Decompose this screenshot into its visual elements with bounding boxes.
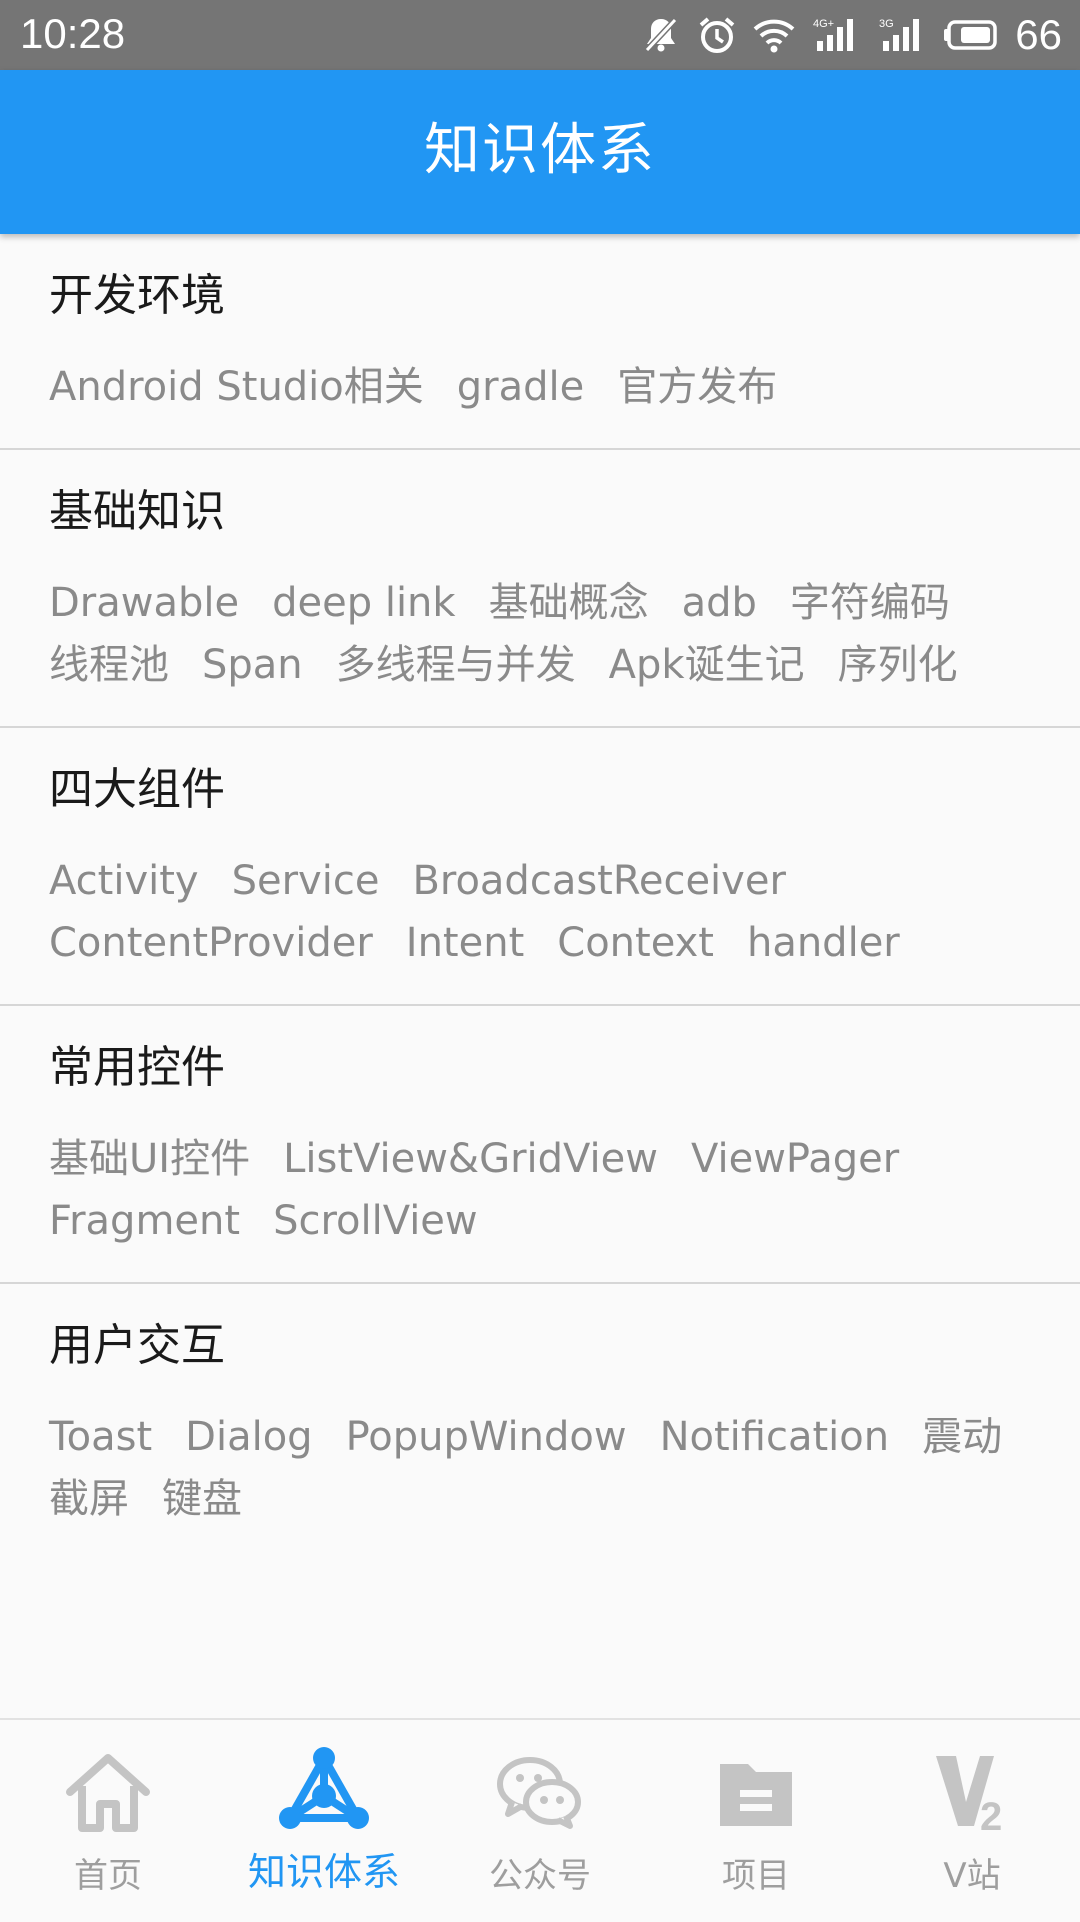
page-title: 知识体系 [424, 118, 656, 183]
section-card[interactable]: 用户交互 Toast Dialog PopupWindow Notificati… [0, 1284, 1080, 1560]
section-title: 常用控件 [49, 1042, 225, 1093]
nav-item-v2[interactable]: 2 V站 [864, 1720, 1080, 1922]
signal-4g-icon: 4G+ [811, 15, 861, 55]
status-icons: 4G+ 3G 66 [641, 0, 1062, 70]
tag-item[interactable]: gradle [457, 356, 584, 418]
tag-item[interactable]: Apk诞生记 [609, 634, 805, 696]
tree-icon [274, 1742, 374, 1842]
tag-item[interactable]: Drawable [49, 572, 239, 634]
tag-item[interactable]: handler [747, 912, 900, 974]
svg-text:3G: 3G [879, 18, 894, 30]
nav-label: 首页 [74, 1856, 142, 1896]
tag-item[interactable]: Intent [406, 912, 524, 974]
tag-item[interactable]: Toast [49, 1406, 152, 1468]
wechat-icon [490, 1742, 590, 1842]
section-title: 用户交互 [49, 1320, 225, 1371]
tag-item[interactable]: ScrollView [273, 1190, 478, 1252]
tag-list: 基础UI控件 ListView&GridView ViewPager Fragm… [49, 1128, 1040, 1252]
home-icon [58, 1742, 158, 1842]
section-card[interactable]: 常用控件 基础UI控件 ListView&GridView ViewPager … [0, 1006, 1080, 1284]
nav-item-knowledge[interactable]: 知识体系 [216, 1720, 432, 1922]
tag-item[interactable]: 键盘 [162, 1468, 242, 1530]
nav-label: 知识体系 [247, 1850, 400, 1894]
section-card[interactable]: 开发环境 Android Studio相关 gradle 官方发布 [0, 234, 1080, 450]
section-title: 开发环境 [49, 270, 225, 321]
tag-list: Activity Service BroadcastReceiver Conte… [49, 850, 1040, 974]
svg-text:2: 2 [980, 1795, 1002, 1839]
tag-item[interactable]: Span [202, 634, 303, 696]
tag-item[interactable]: Context [557, 912, 714, 974]
tag-item[interactable]: PopupWindow [346, 1406, 627, 1468]
status-bar: 10:28 4G+ 3G 66 [0, 0, 1080, 70]
tag-item[interactable]: ViewPager [691, 1128, 899, 1190]
section-title: 四大组件 [49, 764, 225, 815]
section-title: 基础知识 [49, 486, 225, 537]
wifi-icon [753, 17, 795, 53]
tag-item[interactable]: Dialog [185, 1406, 312, 1468]
tag-list: Drawable deep link 基础概念 adb 字符编码 线程池 Spa… [49, 572, 1009, 696]
section-card[interactable]: 基础知识 Drawable deep link 基础概念 adb 字符编码 线程… [0, 450, 1080, 728]
tag-list: Toast Dialog PopupWindow Notification 震动… [49, 1406, 1040, 1530]
nav-item-project[interactable]: 项目 [648, 1720, 864, 1922]
tag-item[interactable]: ListView&GridView [283, 1128, 658, 1190]
tag-item[interactable]: Notification [660, 1406, 890, 1468]
alarm-icon [697, 15, 737, 55]
bottom-navigation: 首页 知识体系 公众号 项目 2 V站 [0, 1718, 1080, 1922]
tag-item[interactable]: 基础概念 [489, 572, 649, 634]
section-card[interactable]: 四大组件 Activity Service BroadcastReceiver … [0, 728, 1080, 1006]
tag-item[interactable]: Fragment [49, 1190, 240, 1252]
svg-text:4G+: 4G+ [813, 18, 834, 30]
v2-icon: 2 [922, 1742, 1022, 1842]
nav-label: V站 [943, 1856, 1001, 1896]
tag-item[interactable]: 字符编码 [790, 572, 950, 634]
signal-3g-icon: 3G [877, 15, 927, 55]
tag-list: Android Studio相关 gradle 官方发布 [49, 356, 1040, 418]
tag-item[interactable]: Android Studio相关 [49, 356, 424, 418]
tag-item[interactable]: BroadcastReceiver [412, 850, 785, 912]
tag-item[interactable]: 震动 [922, 1406, 1002, 1468]
battery-icon [943, 19, 999, 51]
tag-item[interactable]: 线程池 [49, 634, 169, 696]
tag-item[interactable]: 官方发布 [617, 356, 777, 418]
battery-level: 66 [1015, 11, 1062, 58]
nav-item-home[interactable]: 首页 [0, 1720, 216, 1922]
tag-item[interactable]: 截屏 [49, 1468, 129, 1530]
tag-item[interactable]: adb [682, 572, 757, 634]
nav-label: 公众号 [489, 1856, 591, 1896]
tag-item[interactable]: Activity [49, 850, 199, 912]
tag-item[interactable]: ContentProvider [49, 912, 373, 974]
tag-item[interactable]: 基础UI控件 [49, 1128, 250, 1190]
tag-item[interactable]: Service [232, 850, 380, 912]
folder-icon [706, 1742, 806, 1842]
tag-item[interactable]: deep link [272, 572, 455, 634]
tag-item[interactable]: 多线程与并发 [336, 634, 576, 696]
app-bar: 知识体系 [0, 70, 1080, 234]
status-time: 10:28 [20, 10, 126, 57]
nav-label: 项目 [722, 1856, 790, 1896]
knowledge-tree-list[interactable]: 开发环境 Android Studio相关 gradle 官方发布 基础知识 D… [0, 234, 1080, 1718]
tag-item[interactable]: 序列化 [838, 634, 958, 696]
nav-item-wechat[interactable]: 公众号 [432, 1720, 648, 1922]
mute-icon [641, 15, 681, 55]
